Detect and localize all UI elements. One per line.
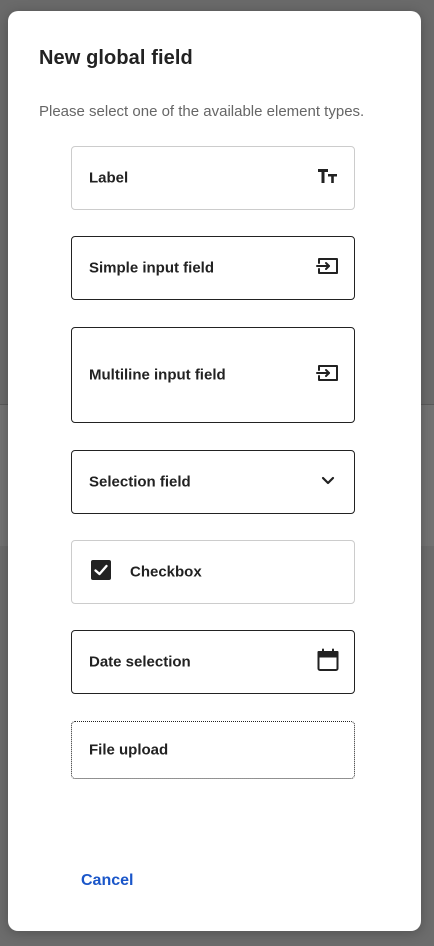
new-global-field-dialog: New global field Please select one of th… — [8, 11, 421, 931]
option-selection-label: Selection field — [89, 473, 191, 491]
text-size-icon — [316, 165, 340, 189]
option-multiline-input-label: Multiline input field — [89, 366, 226, 384]
option-file-upload-label: File upload — [89, 741, 169, 759]
option-checkbox-label: Checkbox — [130, 563, 202, 581]
option-simple-input-label: Simple input field — [89, 259, 215, 277]
option-label[interactable]: Label — [71, 146, 355, 210]
calendar-icon — [316, 648, 340, 672]
option-date-selection[interactable]: Date selection — [71, 630, 355, 694]
checkbox-checked-icon — [91, 560, 111, 580]
option-selection-field[interactable]: Selection field — [71, 450, 355, 514]
option-label-text: Label — [89, 169, 129, 187]
cancel-button[interactable]: Cancel — [81, 872, 133, 890]
option-checkbox[interactable]: Checkbox — [71, 540, 355, 604]
chevron-down-icon — [316, 468, 340, 492]
input-arrow-icon — [316, 361, 340, 385]
input-arrow-icon — [316, 254, 340, 278]
option-multiline-input-field[interactable]: Multiline input field — [71, 327, 355, 423]
option-simple-input-field[interactable]: Simple input field — [71, 236, 355, 300]
option-file-upload[interactable]: File upload — [71, 721, 355, 779]
option-date-label: Date selection — [89, 653, 191, 671]
dialog-title: New global field — [39, 47, 193, 69]
dialog-subtitle: Please select one of the available eleme… — [39, 103, 365, 120]
